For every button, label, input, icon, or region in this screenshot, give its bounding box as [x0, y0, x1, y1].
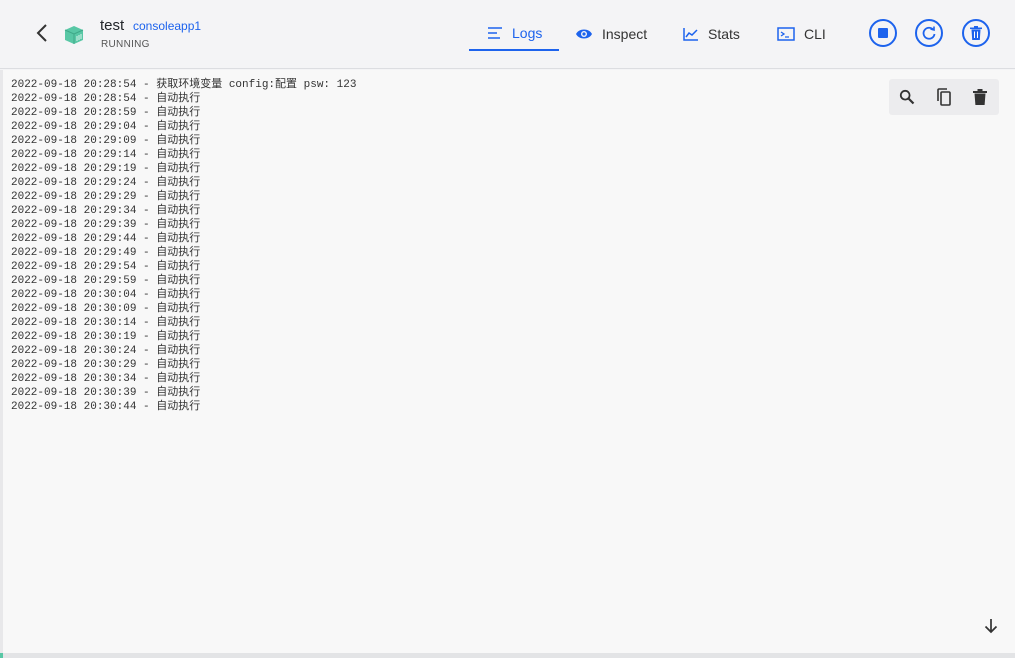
status-badge: RUNNING	[101, 39, 150, 50]
copy-icon	[937, 88, 951, 106]
log-line: 2022-09-18 20:30:34 - 自动执行	[11, 373, 201, 385]
scroll-to-bottom-button[interactable]	[980, 615, 1002, 637]
log-line: 2022-09-18 20:29:34 - 自动执行	[11, 205, 201, 217]
log-line: 2022-09-18 20:30:04 - 自动执行	[11, 289, 201, 301]
restart-button[interactable]	[915, 19, 943, 47]
search-logs-button[interactable]	[896, 86, 918, 108]
log-line: 2022-09-18 20:29:54 - 自动执行	[11, 261, 201, 273]
container-icon	[64, 26, 84, 44]
log-line: 2022-09-18 20:30:39 - 自动执行	[11, 387, 201, 399]
tab-logs[interactable]: Logs	[469, 17, 559, 51]
stop-icon	[878, 28, 888, 38]
log-line: 2022-09-18 20:30:09 - 自动执行	[11, 303, 201, 315]
restart-icon	[922, 26, 936, 40]
log-line: 2022-09-18 20:28:54 - 获取环境变量 config:配置 p…	[11, 79, 357, 91]
log-line: 2022-09-18 20:30:24 - 自动执行	[11, 345, 201, 357]
tab-stats[interactable]: Stats	[683, 17, 740, 51]
log-line: 2022-09-18 20:30:19 - 自动执行	[11, 331, 201, 343]
clear-logs-button[interactable]	[969, 86, 991, 108]
log-line: 2022-09-18 20:29:24 - 自动执行	[11, 177, 201, 189]
log-line: 2022-09-18 20:30:29 - 自动执行	[11, 359, 201, 371]
log-line: 2022-09-18 20:29:59 - 自动执行	[11, 275, 201, 287]
tab-stats-label: Stats	[708, 26, 740, 42]
log-line: 2022-09-18 20:29:44 - 自动执行	[11, 233, 201, 245]
log-line: 2022-09-18 20:29:14 - 自动执行	[11, 149, 201, 161]
stop-button[interactable]	[869, 19, 897, 47]
log-line: 2022-09-18 20:30:14 - 自动执行	[11, 317, 201, 329]
tab-logs-label: Logs	[512, 25, 543, 41]
copy-logs-button[interactable]	[933, 86, 955, 108]
tab-cli[interactable]: CLI	[777, 17, 826, 51]
trash-icon	[970, 26, 982, 40]
back-button[interactable]	[31, 22, 53, 44]
log-viewer[interactable]: 2022-09-18 20:28:54 - 获取环境变量 config:配置 p…	[3, 70, 1015, 653]
chart-line-icon	[683, 28, 698, 41]
bottom-scrollbar[interactable]	[0, 653, 1015, 658]
tab-inspect[interactable]: Inspect	[575, 17, 647, 51]
log-line: 2022-09-18 20:29:04 - 自动执行	[11, 121, 201, 133]
log-line: 2022-09-18 20:29:09 - 自动执行	[11, 135, 201, 147]
log-line: 2022-09-18 20:28:59 - 自动执行	[11, 107, 201, 119]
image-link[interactable]: consoleapp1	[133, 19, 201, 33]
terminal-icon	[777, 27, 795, 41]
delete-button[interactable]	[962, 19, 990, 47]
eye-icon	[576, 29, 592, 39]
trash-icon	[973, 89, 987, 105]
log-line: 2022-09-18 20:29:49 - 自动执行	[11, 247, 201, 259]
search-icon	[899, 89, 915, 105]
bottom-accent	[0, 653, 3, 658]
log-toolbar	[889, 79, 999, 115]
chevron-left-icon	[36, 24, 47, 42]
log-line: 2022-09-18 20:30:44 - 自动执行	[11, 401, 201, 413]
container-header: test consoleapp1 RUNNING Logs Inspect St…	[0, 0, 1015, 69]
log-line: 2022-09-18 20:29:39 - 自动执行	[11, 219, 201, 231]
tab-inspect-label: Inspect	[602, 26, 648, 42]
log-lines: 2022-09-18 20:28:54 - 获取环境变量 config:配置 p…	[11, 78, 356, 414]
arrow-down-icon	[984, 619, 998, 634]
log-line: 2022-09-18 20:28:54 - 自动执行	[11, 93, 201, 105]
tab-cli-label: CLI	[804, 26, 826, 42]
log-line: 2022-09-18 20:29:29 - 自动执行	[11, 191, 201, 203]
container-name: test	[100, 17, 125, 34]
log-line: 2022-09-18 20:29:19 - 自动执行	[11, 163, 201, 175]
logs-icon	[488, 27, 502, 39]
